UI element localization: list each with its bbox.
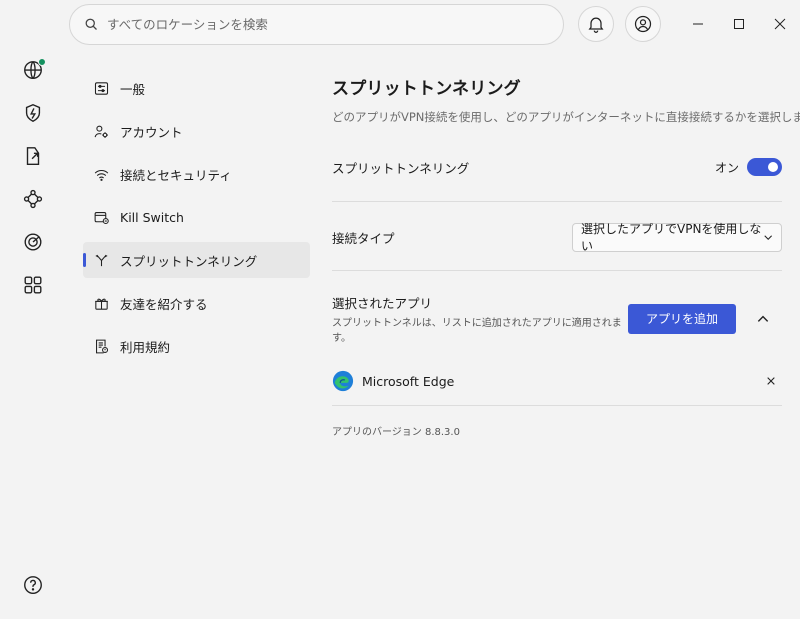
nav-item-terms[interactable]: 利用規約 [83, 328, 310, 364]
edge-icon [332, 370, 354, 392]
app-entry: Microsoft Edge [332, 370, 454, 392]
connected-status-dot [38, 58, 46, 66]
terms-icon [96, 339, 109, 353]
nav-item-account[interactable]: アカウント [83, 113, 310, 149]
nav-item-label: スプリットトンネリング [120, 253, 258, 269]
nav-item-label: アカウント [120, 124, 183, 140]
target-icon[interactable] [18, 227, 48, 257]
close-icon [774, 18, 786, 30]
split-icon [95, 254, 108, 266]
nav-item-refer-friends[interactable]: 友達を紹介する [83, 285, 310, 321]
account-gear-icon [94, 125, 108, 138]
nav-item-label: 一般 [120, 81, 146, 97]
divider [332, 405, 782, 406]
app-list-item: Microsoft Edge [332, 368, 782, 394]
profile-button[interactable] [625, 6, 661, 42]
nav-item-label: 接続とセキュリティ [120, 167, 232, 183]
bell-icon [588, 17, 604, 33]
nav-item-connection-security[interactable]: 接続とセキュリティ [83, 156, 310, 192]
nav-item-label: 利用規約 [120, 339, 171, 355]
split-tunneling-toggle-group: オン [715, 158, 782, 176]
connection-type-value: 選択したアプリでVPNを使用しない [581, 222, 762, 253]
search-input[interactable] [107, 17, 527, 32]
wifi-icon [94, 169, 109, 181]
side-rail [0, 0, 66, 619]
connection-type-label: 接続タイプ [332, 230, 395, 246]
kill-switch-icon [94, 211, 109, 224]
meshnet-icon[interactable] [18, 184, 48, 214]
selected-apps-label: 選択されたアプリ [332, 296, 433, 311]
toggle-state-label: オン [714, 160, 739, 175]
sliders-icon [94, 81, 109, 95]
maximize-icon [734, 19, 744, 29]
shield-bolt-icon[interactable] [18, 98, 48, 128]
nav-item-general[interactable]: 一般 [83, 70, 310, 106]
minimize-icon [693, 23, 703, 25]
maximize-button[interactable] [727, 12, 751, 36]
nav-item-label: 友達を紹介する [120, 296, 208, 312]
page-description: どのアプリがVPN接続を使用し、どのアプリがインターネットに直接接続するかを選択… [332, 110, 800, 124]
app-version: アプリのバージョン 8.8.3.0 [332, 427, 460, 438]
connection-type-select[interactable]: 選択したアプリでVPNを使用しない [572, 222, 782, 253]
selected-apps-sublabel: スプリットトンネルは、リストに追加されたアプリに適用されます。 [332, 318, 622, 344]
connection-type-row: 接続タイプ 選択したアプリでVPNを使用しない [332, 222, 782, 253]
user-icon [634, 15, 652, 33]
notifications-button[interactable] [578, 6, 614, 42]
remove-app-icon[interactable] [766, 376, 776, 386]
selected-apps-text: 選択されたアプリ スプリットトンネルは、リストに追加されたアプリに適用されます。 [332, 293, 628, 344]
gift-icon [95, 298, 108, 310]
selected-apps-row: 選択されたアプリ スプリットトンネルは、リストに追加されたアプリに適用されます。… [332, 293, 782, 344]
search-icon [85, 18, 97, 30]
split-tunneling-label: スプリットトンネリング [332, 160, 470, 176]
minimize-button[interactable] [686, 12, 710, 36]
nav-item-split-tunneling[interactable]: スプリットトンネリング [83, 242, 310, 278]
chevron-up-icon[interactable] [756, 312, 770, 326]
app-name: Microsoft Edge [362, 373, 455, 389]
settings-nav: 一般 アカウント 接続とセキュリティ Kill Switch スプリットトンネリ… [83, 70, 310, 371]
split-tunneling-panel: スプリットトンネリング どのアプリがVPN接続を使用し、どのアプリがインターネッ… [332, 74, 800, 438]
nav-item-kill-switch[interactable]: Kill Switch [83, 199, 310, 235]
file-share-icon[interactable] [18, 141, 48, 171]
close-window-button[interactable] [768, 12, 792, 36]
help-icon[interactable] [18, 570, 48, 600]
apps-grid-icon[interactable] [18, 270, 48, 300]
nav-item-label: Kill Switch [120, 209, 184, 225]
search-bar[interactable] [69, 4, 564, 45]
selected-apps-actions: アプリを追加 [628, 303, 782, 334]
chevron-down-icon [763, 234, 772, 240]
split-tunneling-toggle[interactable] [747, 158, 782, 176]
split-tunneling-row: スプリットトンネリング オン [332, 151, 782, 183]
add-app-button[interactable]: アプリを追加 [628, 303, 736, 334]
divider [332, 201, 782, 202]
page-title: スプリットトンネリング [332, 79, 521, 99]
divider [332, 270, 782, 271]
globe-icon[interactable] [18, 55, 48, 85]
